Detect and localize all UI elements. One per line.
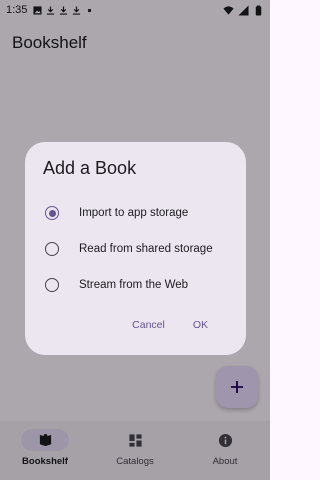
option-label: Import to app storage (79, 207, 189, 219)
option-read-from-shared-storage[interactable]: Read from shared storage (43, 231, 228, 267)
dialog-title: Add a Book (43, 158, 137, 178)
radio-button-selected[interactable] (45, 206, 59, 220)
radio-button[interactable] (45, 242, 59, 256)
option-stream-from-web[interactable]: Stream from the Web (43, 267, 228, 303)
option-label: Read from shared storage (79, 243, 213, 255)
option-import-to-app-storage[interactable]: Import to app storage (43, 195, 228, 231)
add-book-dialog: Add a Book Import to app storage Read fr… (25, 142, 246, 355)
radio-button[interactable] (45, 278, 59, 292)
radio-dot (48, 209, 56, 217)
dialog-actions: Cancel OK (43, 313, 228, 337)
option-label: Stream from the Web (79, 279, 189, 291)
cancel-button[interactable]: Cancel (126, 313, 171, 337)
ok-button[interactable]: OK (187, 313, 214, 337)
